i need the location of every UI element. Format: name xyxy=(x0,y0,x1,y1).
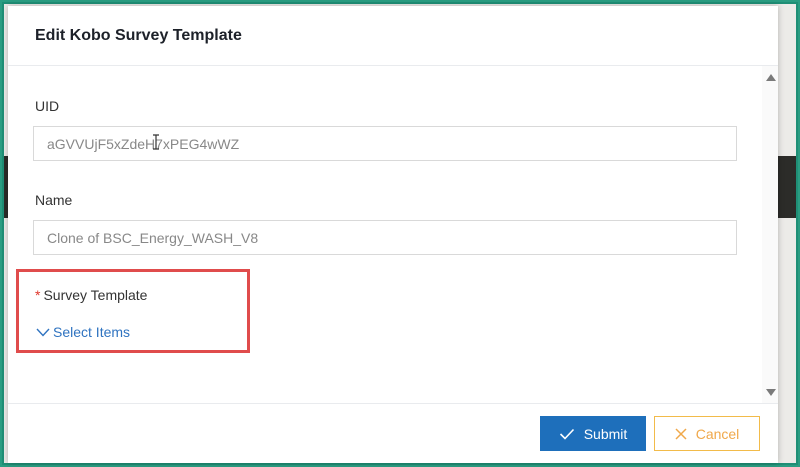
name-label: Name xyxy=(35,192,73,208)
modal-title: Edit Kobo Survey Template xyxy=(35,26,242,44)
uid-input[interactable] xyxy=(33,126,737,161)
submit-label: Submit xyxy=(583,425,628,442)
modal-header: Edit Kobo Survey Template xyxy=(8,6,778,66)
submit-button[interactable]: Submit xyxy=(540,416,646,451)
edit-template-modal: Edit Kobo Survey Template UID Name *Surv… xyxy=(8,6,778,463)
modal-body: UID Name *Survey Template Select Items xyxy=(8,66,762,404)
close-icon xyxy=(675,427,687,440)
cancel-button[interactable]: Cancel xyxy=(654,416,760,451)
survey-template-label: * Survey Template xyxy=(35,287,147,303)
modal-scrollbar[interactable] xyxy=(762,66,778,404)
required-marker: * xyxy=(35,287,41,303)
uid-label: UID xyxy=(35,98,60,114)
cancel-label: Cancel xyxy=(695,425,740,442)
select-items-label: Select Items xyxy=(53,324,131,340)
highlight-annotation-box xyxy=(16,269,250,353)
name-input[interactable] xyxy=(33,220,737,255)
scroll-up-arrow-icon[interactable] xyxy=(766,74,776,81)
chevron-down-icon xyxy=(36,328,50,337)
survey-template-label-text: Survey Template xyxy=(43,287,148,303)
select-items-dropdown[interactable]: Select Items xyxy=(36,324,130,340)
text-cursor-icon xyxy=(153,134,159,150)
scroll-down-arrow-icon[interactable] xyxy=(766,389,776,396)
check-icon xyxy=(559,428,574,440)
modal-footer: Submit Cancel xyxy=(8,403,778,463)
